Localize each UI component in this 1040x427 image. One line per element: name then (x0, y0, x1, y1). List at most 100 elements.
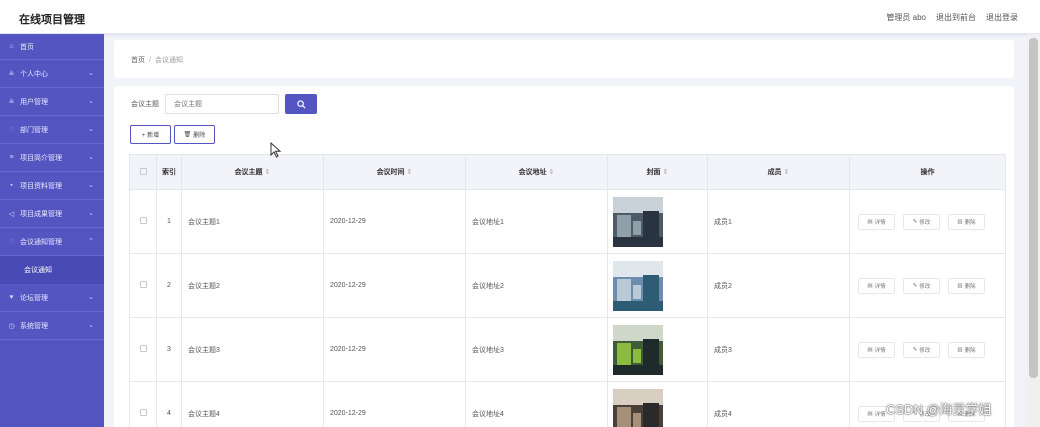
sidebar-item-project-intro[interactable]: ≡ 项目简介管理 ⌄ (0, 144, 104, 172)
sidebar-subitem-meeting-notice[interactable]: 会议通知 (0, 256, 104, 284)
sidebar-item-project-docs[interactable]: ▪ 项目资料管理 ⌄ (0, 172, 104, 200)
edit-button[interactable]: ✎ 修改 (903, 213, 940, 230)
sidebar-item-personal[interactable]: ≗ 个人中心 ⌄ (0, 60, 104, 88)
edit-label: 修改 (919, 219, 931, 226)
doc-icon: ▤ (867, 410, 873, 417)
breadcrumb-home[interactable]: 首页 (131, 57, 145, 64)
sort-icon: ⇕ (783, 169, 790, 176)
logout-link[interactable]: 退出登录 (986, 12, 1018, 23)
delete-label: 删除 (964, 219, 976, 226)
home-icon: ⌂ (9, 43, 14, 50)
row-member: 成员2 (707, 253, 850, 318)
sidebar-item-project-results[interactable]: ◁ 项目成果管理 ⌄ (0, 200, 104, 228)
row-member: 成员3 (707, 317, 850, 382)
sidebar-item-label: 项目成果管理 (20, 210, 62, 218)
row-index: 3 (156, 317, 182, 382)
row-address: 会议地址4 (465, 381, 608, 427)
search-button[interactable] (285, 94, 317, 114)
detail-button[interactable]: ▤ 详情 (858, 277, 895, 294)
chevron-down-icon: ⌄ (88, 322, 94, 329)
row-select-cell (129, 381, 157, 427)
sidebar-item-forum[interactable]: ♥ 论坛管理 ⌄ (0, 284, 104, 312)
row-select-cell (129, 253, 157, 318)
row-delete-button[interactable]: ▥ 删除 (948, 213, 985, 230)
edit-button[interactable]: ✎ 修改 (903, 277, 940, 294)
sidebar-item-label: 论坛管理 (20, 294, 48, 302)
col-member-label: 成员 (767, 169, 782, 176)
delete-button-label: 删除 (193, 133, 206, 139)
sidebar-item-label: 用户管理 (20, 98, 48, 106)
row-cover-cell (607, 189, 708, 254)
edit-icon: ✎ (912, 218, 918, 225)
page-scrollbar[interactable] (1027, 34, 1040, 427)
table-row: 1 会议主题1 2020-12-29 会议地址1 成员1 ▤ 详情 ✎ 修改 ▥ 删除 (129, 189, 1006, 254)
col-cover[interactable]: 封面 ⇕ (607, 154, 708, 190)
clock-icon: ◷ (8, 322, 15, 330)
edit-button[interactable]: ✎ 修改 (903, 341, 940, 358)
trash-icon: 🗑 (183, 132, 192, 138)
row-ops-cell: ▤ 详情 ✎ 修改 ▥ 删除 (849, 317, 1006, 382)
row-checkbox[interactable] (139, 281, 147, 288)
admin-label: 管理员 abo (886, 13, 926, 22)
row-member: 成员4 (707, 381, 850, 427)
row-address: 会议地址1 (465, 189, 608, 254)
row-cover-cell (607, 381, 708, 427)
sidebar-item-dept[interactable]: ◌ 部门管理 ⌄ (0, 116, 104, 144)
delete-button[interactable]: 🗑 删除 (174, 125, 215, 144)
scrollbar-thumb[interactable] (1029, 38, 1038, 378)
cover-image[interactable] (613, 196, 663, 247)
row-topic: 会议主题4 (181, 381, 324, 427)
row-checkbox[interactable] (139, 409, 147, 416)
trash-icon: ▥ (957, 282, 963, 289)
row-index: 4 (156, 381, 182, 427)
shield-icon: ♥ (9, 294, 14, 301)
sidebar-item-label: 部门管理 (20, 126, 48, 134)
watermark: CSDN @海灵学姐 (886, 402, 992, 417)
search-input[interactable] (165, 94, 279, 114)
row-ops-cell: ▤ 详情 ✎ 修改 ▥ 删除 (849, 189, 1006, 254)
row-index: 1 (156, 189, 182, 254)
row-checkbox[interactable] (139, 217, 147, 224)
row-checkbox[interactable] (139, 345, 147, 352)
trash-icon: ▥ (957, 346, 963, 353)
table-row: 2 会议主题2 2020-12-29 会议地址2 成员2 ▤ 详情 ✎ 修改 ▥ 删除 (129, 253, 1006, 318)
meeting-table: 索引 会议主题 ⇕ 会议时间 ⇕ 会议地址 ⇕ 封面 ⇕ 成员 ⇕ 操作 1 会议主题1 20… (129, 154, 1006, 427)
cover-image[interactable] (613, 388, 663, 427)
sidebar-item-system[interactable]: ◷ 系统管理 ⌄ (0, 312, 104, 340)
sidebar-item-meetings[interactable]: ◌ 会议通知管理 ⌃ (0, 228, 104, 256)
detail-button[interactable]: ▤ 详情 (858, 341, 895, 358)
col-time[interactable]: 会议时间 ⇕ (323, 154, 466, 190)
to-front-link[interactable]: 退出到前台 (936, 12, 976, 23)
delete-label: 删除 (964, 347, 976, 354)
detail-button[interactable]: ▤ 详情 (858, 213, 895, 230)
sidebar-item-label: 系统管理 (20, 322, 48, 330)
user-icon: ≗ (8, 98, 15, 106)
add-button[interactable]: + 新增 (130, 125, 171, 144)
doc-icon: ▤ (867, 346, 873, 353)
col-topic[interactable]: 会议主题 ⇕ (181, 154, 324, 190)
search-icon (296, 99, 306, 109)
row-topic: 会议主题2 (181, 253, 324, 318)
cover-image[interactable] (613, 260, 663, 311)
mouse-cursor-icon (270, 142, 282, 158)
sort-icon: ⇕ (662, 169, 669, 176)
row-delete-button[interactable]: ▥ 删除 (948, 341, 985, 358)
sidebar-item-users[interactable]: ≗ 用户管理 ⌄ (0, 88, 104, 116)
breadcrumb-card: 首页 / 会议通知 (114, 40, 1014, 78)
col-member[interactable]: 成员 ⇕ (707, 154, 850, 190)
edit-label: 修改 (919, 347, 931, 354)
app-title: 在线项目管理 (19, 14, 85, 26)
sidebar-item-home[interactable]: ⌂ 首页 (0, 34, 104, 60)
col-address[interactable]: 会议地址 ⇕ (465, 154, 608, 190)
col-topic-label: 会议主题 (234, 169, 263, 176)
detail-label: 详情 (874, 219, 886, 226)
detail-label: 详情 (874, 411, 886, 418)
chevron-down-icon: ⌄ (88, 154, 94, 161)
row-delete-button[interactable]: ▥ 删除 (948, 277, 985, 294)
col-cover-label: 封面 (646, 169, 661, 176)
sidebar-item-label: 个人中心 (20, 70, 48, 78)
select-all-cell (129, 154, 157, 190)
cover-image[interactable] (613, 324, 663, 375)
select-all-checkbox[interactable] (139, 167, 147, 175)
edit-icon: ✎ (912, 346, 918, 353)
